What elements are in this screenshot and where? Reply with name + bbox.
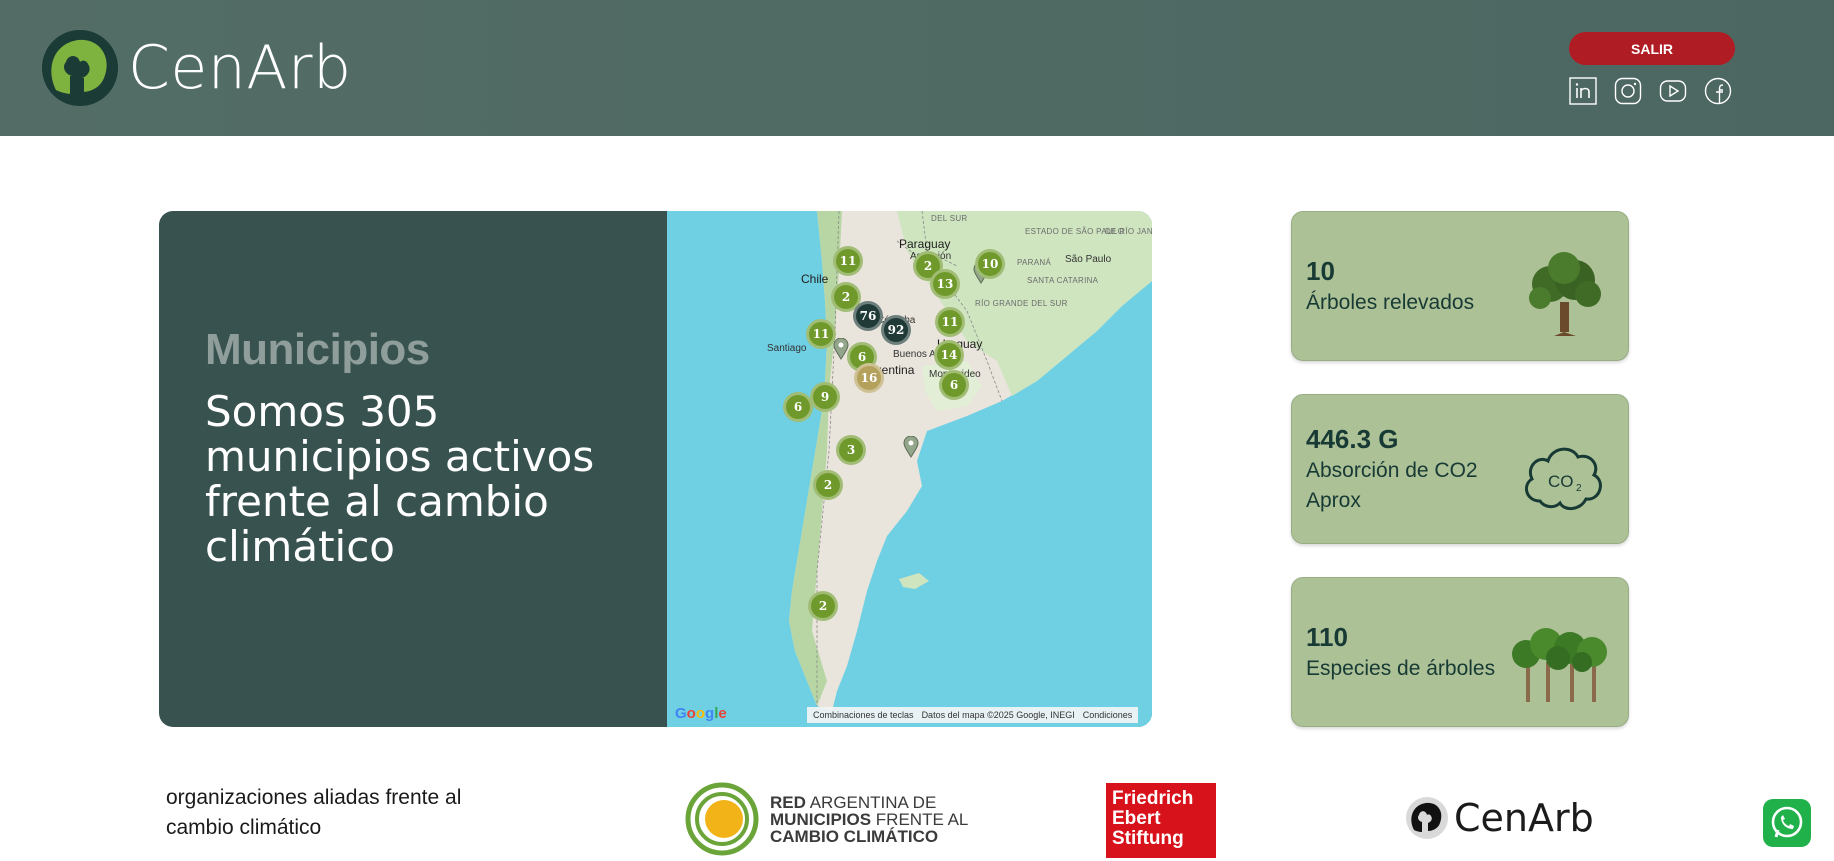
youtube-icon[interactable] [1659, 77, 1687, 105]
stat-value: 446.3 G [1306, 424, 1399, 454]
map-cluster[interactable]: 10 [975, 249, 1005, 279]
hero-text: Municipios Somos 305 municipios activos … [205, 325, 625, 569]
map-label-sao-paulo: São Paulo [1065, 254, 1112, 265]
map-cluster[interactable]: 92 [881, 315, 911, 345]
co2-cloud-icon: CO 2 [1524, 447, 1602, 510]
fes-line: Stiftung [1112, 828, 1184, 849]
linkedin-icon[interactable] [1569, 77, 1597, 105]
map-cluster[interactable]: 76 [853, 301, 883, 331]
stat-label: Árboles relevados [1306, 291, 1475, 314]
tree-logo-icon [42, 30, 118, 106]
map-label-del-sur: DEL SUR [931, 214, 968, 223]
cenarb-footer-text: CenArb [1454, 796, 1594, 840]
stat-card-species: 110 Especies de árboles [1291, 577, 1629, 727]
stat-card-trees: 10 Árboles relevados [1291, 211, 1629, 361]
map-cluster[interactable]: 3 [836, 435, 866, 465]
terms-link[interactable]: Condiciones [1083, 710, 1133, 720]
fes-line: Ebert [1112, 808, 1161, 829]
facebook-icon[interactable] [1704, 77, 1732, 105]
keyboard-shortcuts-link[interactable]: Combinaciones de teclas [813, 710, 914, 720]
map-cluster[interactable]: 11 [833, 246, 863, 276]
site-header: CenArb SALIR [0, 0, 1834, 136]
stat-label: Especies de árboles [1306, 657, 1496, 680]
map-land [667, 211, 1152, 727]
municipios-map[interactable]: Paraguay Asunción Chile Santiago Córdoba… [667, 211, 1152, 727]
municipios-hero: Municipios Somos 305 municipios activos … [159, 211, 1152, 727]
map-attribution: Combinaciones de teclas Datos del mapa ©… [807, 707, 1139, 723]
map-cluster[interactable]: 16 [854, 363, 884, 393]
map-cluster[interactable]: 9 [810, 382, 840, 412]
map-label-paraguay: Paraguay [899, 237, 951, 251]
map-cluster[interactable]: 2 [813, 470, 843, 500]
map-label-santiago: Santiago [767, 343, 807, 354]
map-cluster[interactable]: 13 [930, 269, 960, 299]
svg-text:2: 2 [1576, 483, 1582, 494]
hero-kicker: Municipios [205, 325, 430, 374]
cenarb-footer-logo[interactable]: CenArb [1406, 796, 1594, 840]
map-data-credit: Datos del mapa ©2025 Google, INEGI [921, 710, 1075, 720]
tree-icon [1529, 252, 1601, 336]
map-label-santa-catarina: SANTA CATARINA [1027, 276, 1099, 285]
fes-line: Friedrich [1112, 788, 1194, 809]
map-cluster[interactable]: 14 [934, 340, 964, 370]
svg-text:CO: CO [1548, 472, 1574, 491]
social-links [1569, 77, 1732, 105]
fes-logo[interactable]: Friedrich Ebert Stiftung [1106, 783, 1216, 858]
map-label-rio-grande: RÍO GRANDE DEL SUR [975, 299, 1068, 308]
stat-label: Absorción de CO2 Aprox [1306, 459, 1478, 512]
stat-value: 10 [1306, 256, 1335, 286]
stat-value: 110 [1306, 622, 1348, 652]
tree-logo-icon [1406, 797, 1448, 839]
ramcc-sun-icon [685, 782, 759, 856]
map-label-parana: PARANÁ [1017, 258, 1052, 267]
map-cluster[interactable]: 11 [935, 307, 965, 337]
brand-name: CenArb [128, 33, 352, 103]
map-label-rio-janeiro: DE RÍO JANEI [1105, 227, 1152, 236]
map-cluster[interactable]: 6 [939, 370, 969, 400]
forest-icon [1512, 628, 1607, 702]
google-logo: Google [675, 705, 727, 722]
map-cluster[interactable]: 6 [783, 392, 813, 422]
cenarb-logo[interactable]: CenArb [42, 30, 352, 106]
map-pin-icon[interactable] [903, 436, 919, 458]
map-cluster[interactable]: 11 [806, 319, 836, 349]
ramcc-logo[interactable]: RED ARGENTINA DE MUNICIPIOS FRENTE AL CA… [684, 781, 970, 857]
stat-card-co2: 446.3 G Absorción de CO2 Aprox CO 2 [1291, 394, 1629, 544]
instagram-icon[interactable] [1614, 77, 1642, 105]
allies-text: organizaciones aliadas frente al cambio … [166, 786, 462, 839]
hero-title: Somos 305 municipios activos frente al c… [205, 387, 595, 571]
whatsapp-icon[interactable] [1763, 799, 1811, 847]
ramcc-text: RED ARGENTINA DE MUNICIPIOS FRENTE AL CA… [770, 792, 969, 846]
map-label-chile: Chile [801, 272, 829, 286]
logout-button[interactable]: SALIR [1569, 32, 1735, 65]
map-cluster[interactable]: 2 [808, 591, 838, 621]
